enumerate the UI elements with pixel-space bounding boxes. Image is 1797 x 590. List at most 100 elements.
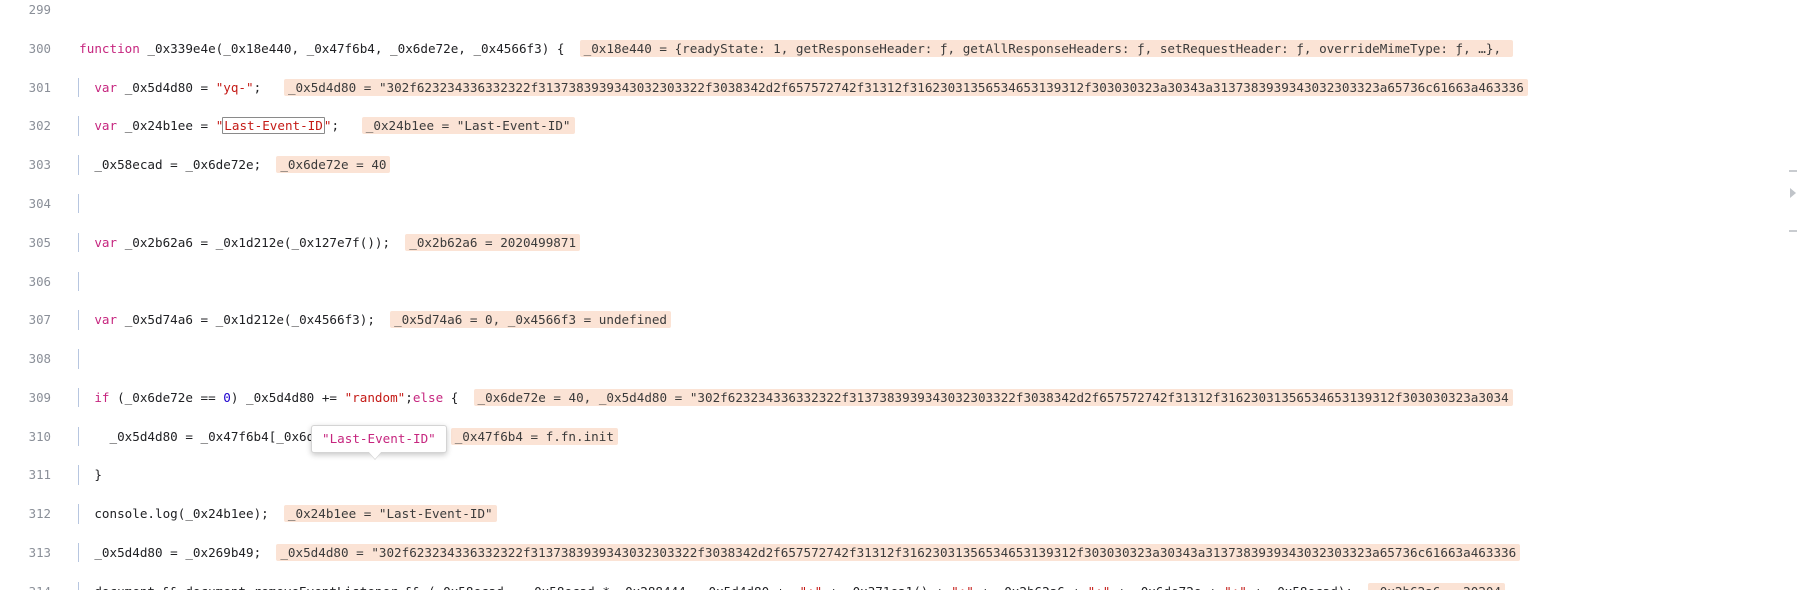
block-guide-line [78,193,79,214]
line-number[interactable]: 313 [0,543,57,562]
code-line[interactable]: 301 var _0x5d4d80 = "yq-"; _0x5d4d80 = "… [0,77,1797,97]
code-line[interactable]: 314 document && document.removeEventList… [0,581,1797,590]
token-pln: + _0x371ea1() + [822,584,951,590]
value-tooltip: "Last-Event-ID" [311,425,447,460]
code-text[interactable]: _0x5d4d80 = _0x269b49; _0x5d4d80 = "302f… [64,543,1521,562]
inline-evaluated-value[interactable]: _0x47f6b4 = f.fn.init [450,427,618,445]
line-number[interactable]: 312 [0,504,57,523]
line-number[interactable]: 305 [0,233,57,252]
line-number[interactable]: 303 [0,155,57,174]
token-kw: if [94,389,118,405]
code-line[interactable]: 300 function _0x339e4e(_0x18e440, _0x47f… [0,39,1797,58]
token-str: ":" [1224,584,1247,590]
line-number[interactable]: 304 [0,194,57,213]
inline-evaluated-value[interactable]: _0x24b1ee = "Last-Event-ID" [361,117,575,135]
code-line[interactable]: 299 [0,0,1797,19]
line-number[interactable]: 314 [0,582,57,590]
inline-evaluated-value[interactable]: _0x2b62a6 = 2020499871 [405,233,581,251]
code-line[interactable]: 313 _0x5d4d80 = _0x269b49; _0x5d4d80 = "… [0,543,1797,563]
token-kw: var [94,118,125,134]
line-number[interactable]: 308 [0,349,57,368]
line-number[interactable]: 311 [0,465,57,484]
inline-evaluated-value[interactable]: _0x5d4d80 = "302f623234336332322f3137383… [283,78,1528,96]
token-kw: var [94,234,125,250]
token-str: "random" [344,389,406,405]
inline-evaluated-value[interactable]: _0x6de72e = 40 [276,156,391,174]
token-pln: + _0x2b62a6 + [974,584,1088,590]
line-number[interactable]: 310 [0,427,57,446]
code-line[interactable]: 309 if (_0x6de72e == 0) _0x5d4d80 += "ra… [0,387,1797,408]
token-pln: { [443,389,474,405]
token-pln: ) _0x5d4d80 += [230,389,345,405]
code-line[interactable]: 306 [0,271,1797,291]
source-code-editor[interactable]: 299 300 function _0x339e4e(_0x18e440, _0x… [0,0,1797,590]
token-pln: _0x5d74a6 = _0x1d212e(_0x4566f3); [124,312,391,328]
code-text[interactable]: function _0x339e4e(_0x18e440, _0x47f6b4,… [64,39,1513,58]
token-pln: ; [253,79,284,95]
code-line[interactable]: 302 var _0x24b1ee = "Last-Event-ID"; _0x… [0,116,1797,136]
inline-evaluated-value[interactable]: _0x18e440 = {readyState: 1, getResponseH… [579,39,1513,57]
token-pln: _0x24b1ee = [124,118,216,134]
code-text[interactable]: console.log(_0x24b1ee); _0x24b1ee = "Las… [64,504,497,523]
selected-token[interactable]: Last-Event-ID [222,117,325,135]
token-str: ":" [799,584,822,590]
code-text[interactable]: } [64,465,102,484]
inline-evaluated-value[interactable]: _0x24b1ee = "Last-Event-ID" [283,505,497,523]
token-kw: else [412,389,444,405]
code-text[interactable]: var _0x2b62a6 = _0x1d212e(_0x127e7f()); … [64,233,581,252]
line-number[interactable]: 300 [0,39,57,58]
token-pln: _0x339e4e(_0x18e440, _0x47f6b4, _0x6de72… [147,40,580,56]
code-line[interactable]: 311 } [0,465,1797,485]
inline-evaluated-value[interactable]: _0x2b62a6 = 20204 [1368,582,1506,590]
code-text[interactable]: var _0x24b1ee = "Last-Event-ID"; _0x24b1… [64,116,575,135]
code-line[interactable]: 312 console.log(_0x24b1ee); _0x24b1ee = … [0,504,1797,524]
line-number[interactable]: 306 [0,272,57,291]
code-line[interactable]: 305 var _0x2b62a6 = _0x1d212e(_0x127e7f(… [0,232,1797,253]
code-text[interactable]: if (_0x6de72e == 0) _0x5d4d80 += "random… [64,388,1513,407]
inline-evaluated-value[interactable]: _0x5d4d80 = "302f623234336332322f3137383… [276,544,1521,562]
token-pln: ; [331,118,362,134]
code-line[interactable]: 310 _0x5d4d80 = _0x47f6b4[_0x6de72e].cla… [0,426,1797,447]
line-number[interactable]: 299 [0,0,57,19]
line-number[interactable]: 309 [0,388,57,407]
tooltip-text: "Last-Event-ID" [322,431,436,446]
token-pln: } [94,467,102,483]
token-str: "yq-" [215,79,254,95]
token-pln: _0x58ecad = _0x6de72e; [94,157,277,173]
token-kw: function [79,40,148,56]
code-line[interactable]: 303 _0x58ecad = _0x6de72e; _0x6de72e = 4… [0,155,1797,175]
code-text[interactable]: document && document.removeEventListener… [64,582,1506,590]
code-lines-container[interactable]: 299 300 function _0x339e4e(_0x18e440, _0x… [0,0,1797,590]
token-pln: console.log(_0x24b1ee); [94,506,284,522]
token-pln: document && document.removeEventListener… [94,584,799,590]
token-num: 0 [223,389,231,405]
token-kw: var [94,312,125,328]
token-pln: + _0x58ecad); [1247,584,1368,590]
code-text[interactable]: _0x58ecad = _0x6de72e; _0x6de72e = 40 [64,155,391,174]
line-number[interactable]: 302 [0,116,57,135]
inline-evaluated-value[interactable]: _0x5d74a6 = 0, _0x4566f3 = undefined [390,311,672,329]
code-text[interactable]: var _0x5d4d80 = "yq-"; _0x5d4d80 = "302f… [64,78,1528,97]
block-guide-line [78,0,79,19]
inline-evaluated-value[interactable]: _0x6de72e = 40, _0x5d4d80 = "302f6232343… [473,388,1513,406]
token-pln: _0x5d4d80 = _0x269b49; [94,545,277,561]
block-guide-line [78,271,79,291]
line-number[interactable]: 307 [0,310,57,329]
code-line[interactable]: 304 [0,193,1797,214]
code-line[interactable]: 308 [0,349,1797,369]
code-text[interactable]: var _0x5d74a6 = _0x1d212e(_0x4566f3); _0… [64,310,672,329]
code-line[interactable]: 307 var _0x5d74a6 = _0x1d212e(_0x4566f3)… [0,310,1797,330]
line-number[interactable]: 301 [0,78,57,97]
token-str: ":" [1088,584,1111,590]
token-pln: ; [405,389,413,405]
